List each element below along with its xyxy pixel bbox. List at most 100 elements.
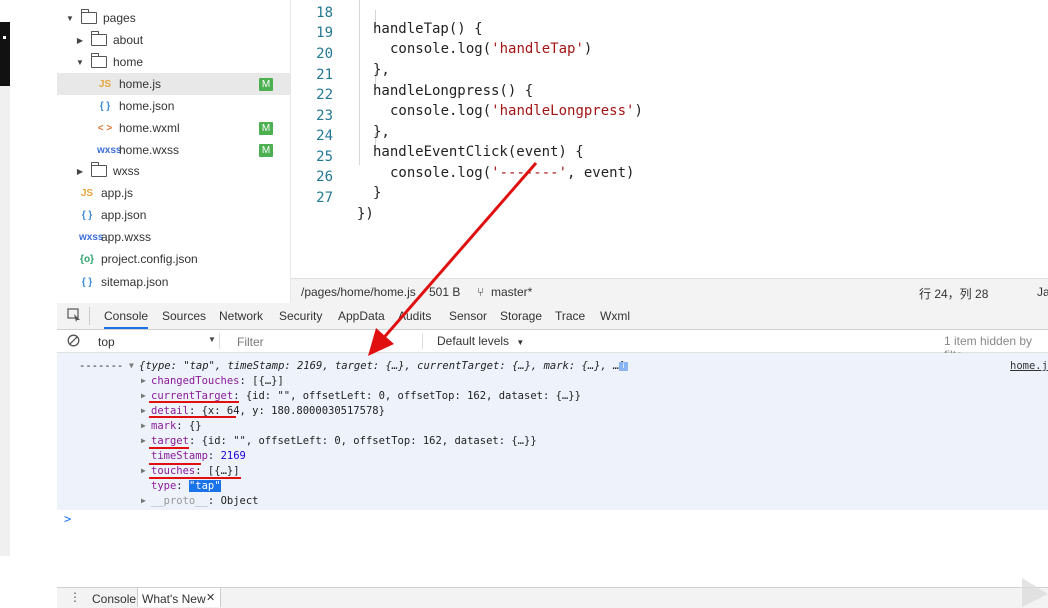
expand-triangle-icon[interactable]: ▶ bbox=[141, 406, 146, 415]
tab-sensor[interactable]: Sensor bbox=[449, 309, 487, 323]
modified-badge: M bbox=[259, 121, 273, 135]
tree-file-app-json[interactable]: { } app.json bbox=[57, 204, 290, 226]
code-line: 25 console.log('-------', event) bbox=[291, 133, 634, 181]
prop-key: touches bbox=[151, 465, 196, 477]
play-icon bbox=[1022, 578, 1048, 607]
expand-triangle-icon[interactable]: ▶ bbox=[141, 391, 146, 400]
tree-file-sitemap[interactable]: { } sitemap.json bbox=[57, 271, 290, 293]
expand-triangle-icon[interactable]: ▶ bbox=[141, 376, 146, 385]
tree-folder-home[interactable]: ▼ home bbox=[57, 51, 290, 73]
code-text: console.log( bbox=[390, 165, 492, 181]
chevron-down-icon: ▼ bbox=[208, 335, 216, 344]
status-bar: /pages/home/home.js 501 B ⑂ master* 行 24… bbox=[291, 278, 1048, 304]
line-number: 27 bbox=[316, 190, 333, 206]
expand-triangle-icon[interactable]: ▶ bbox=[141, 466, 146, 475]
json-file-icon: { } bbox=[81, 209, 93, 221]
tab-security[interactable]: Security bbox=[279, 309, 322, 323]
tree-label: home.json bbox=[119, 99, 175, 113]
code-text: console.log( bbox=[390, 41, 492, 57]
tree-file-project-config[interactable]: {o} project.config.json bbox=[57, 248, 290, 270]
close-icon[interactable]: ✕ bbox=[206, 591, 215, 604]
log-object-summary[interactable]: {type: "tap", timeStamp: 2169, target: {… bbox=[139, 360, 626, 372]
tab-sources[interactable]: Sources bbox=[162, 309, 206, 323]
tab-wxml[interactable]: Wxml bbox=[600, 309, 630, 323]
folder-open-icon bbox=[81, 9, 97, 24]
code-text: console.log( bbox=[390, 103, 492, 119]
code-string: 'handleLongpress' bbox=[491, 103, 635, 119]
chevron-right-icon: ▶ bbox=[76, 166, 84, 176]
wxss-file-icon: wxss bbox=[97, 144, 122, 156]
annotation-underline bbox=[149, 447, 189, 449]
tree-label: sitemap.json bbox=[101, 275, 169, 289]
tab-storage[interactable]: Storage bbox=[500, 309, 542, 323]
language-mode[interactable]: Ja bbox=[1037, 285, 1048, 299]
folder-icon bbox=[91, 31, 107, 46]
code-text: ) bbox=[583, 41, 593, 57]
code-string: '-------' bbox=[491, 165, 568, 181]
tree-label: app.json bbox=[101, 208, 147, 222]
tree-label: home.wxml bbox=[119, 121, 180, 135]
tree-label: app.wxss bbox=[101, 230, 152, 244]
code-line: 18 handleTap() { bbox=[291, 0, 482, 37]
json-file-icon: { } bbox=[99, 100, 111, 112]
log-source-link[interactable]: home.j bbox=[1010, 360, 1048, 372]
chevron-right-icon: ▶ bbox=[76, 35, 84, 45]
annotation-underline bbox=[149, 401, 239, 403]
expand-triangle-icon[interactable]: ▼ bbox=[129, 361, 134, 370]
expand-triangle-icon[interactable]: ▶ bbox=[141, 421, 146, 430]
expand-triangle-icon[interactable]: ▶ bbox=[141, 496, 146, 505]
inspect-element-icon[interactable] bbox=[67, 308, 81, 325]
wxml-file-icon: < > bbox=[97, 122, 113, 134]
code-text: handleTap() { bbox=[373, 21, 483, 37]
tab-network[interactable]: Network bbox=[219, 309, 263, 323]
code-editor[interactable]: 18 handleTap() { 19 console.log('handleT… bbox=[291, 0, 1048, 278]
annotation-underline bbox=[149, 477, 241, 479]
prop-value: [{…}] bbox=[207, 465, 240, 477]
context-value: top bbox=[98, 335, 115, 349]
tree-folder-about[interactable]: ▶ about bbox=[57, 29, 290, 51]
git-branch[interactable]: master* bbox=[491, 285, 532, 299]
tree-file-home-wxss[interactable]: wxss home.wxss M bbox=[57, 139, 290, 161]
simulator-edge bbox=[0, 22, 10, 86]
drawer-tab-console[interactable]: Console bbox=[92, 592, 136, 606]
tree-folder-wxss[interactable]: ▶ wxss bbox=[57, 160, 290, 182]
code-line: 20 }, bbox=[291, 30, 390, 78]
file-size: 501 B bbox=[429, 285, 461, 299]
code-text: ) bbox=[634, 103, 643, 119]
tab-appdata[interactable]: AppData bbox=[338, 309, 385, 323]
tab-audits[interactable]: Audits bbox=[398, 309, 431, 323]
prop-value: [{…}] bbox=[252, 375, 284, 387]
annotation-underline bbox=[149, 416, 236, 418]
code-line: 26 } bbox=[291, 153, 381, 201]
expand-triangle-icon[interactable]: ▶ bbox=[141, 436, 146, 445]
code-text: }, bbox=[373, 124, 390, 140]
log-prefix: ------- bbox=[79, 360, 124, 372]
code-text: }, bbox=[373, 62, 390, 78]
prop-value: 2169 bbox=[220, 450, 246, 462]
code-line: 23 }, bbox=[291, 92, 390, 140]
code-line: 24 handleEventClick(event) { bbox=[291, 112, 584, 160]
tree-folder-pages[interactable]: ▼ pages bbox=[57, 7, 290, 29]
js-file-icon: JS bbox=[98, 78, 112, 90]
git-branch-icon: ⑂ bbox=[477, 285, 485, 299]
drawer-tab-label: What's New bbox=[142, 592, 206, 606]
cursor-position[interactable]: 行 24，列 28 bbox=[919, 285, 988, 302]
filter-input[interactable]: Filter bbox=[232, 333, 423, 349]
tree-file-home-json[interactable]: { } home.json bbox=[57, 95, 290, 117]
tab-console[interactable]: Console bbox=[104, 309, 149, 329]
drawer-menu-icon[interactable]: ⋮ bbox=[69, 590, 81, 604]
prop-key: __proto__ bbox=[151, 495, 208, 507]
context-select[interactable]: top ▼ bbox=[89, 333, 220, 349]
code-text: , event) bbox=[567, 165, 635, 181]
modified-badge: M bbox=[259, 143, 273, 157]
tree-file-app-js[interactable]: JS app.js bbox=[57, 182, 290, 204]
tab-trace[interactable]: Trace bbox=[555, 309, 585, 323]
file-path[interactable]: /pages/home/home.js bbox=[301, 285, 416, 299]
log-levels-select[interactable]: Default levels ▼ bbox=[437, 334, 524, 348]
tree-file-home-js[interactable]: JS home.js M bbox=[57, 73, 290, 95]
console-input-area[interactable]: > bbox=[57, 510, 1048, 587]
tree-file-home-wxml[interactable]: < > home.wxml M bbox=[57, 117, 290, 139]
clear-console-icon[interactable] bbox=[67, 334, 80, 350]
tree-file-app-wxss[interactable]: wxss app.wxss bbox=[57, 226, 290, 248]
drawer-tab-whats-new[interactable]: What's New ✕ bbox=[137, 588, 221, 607]
